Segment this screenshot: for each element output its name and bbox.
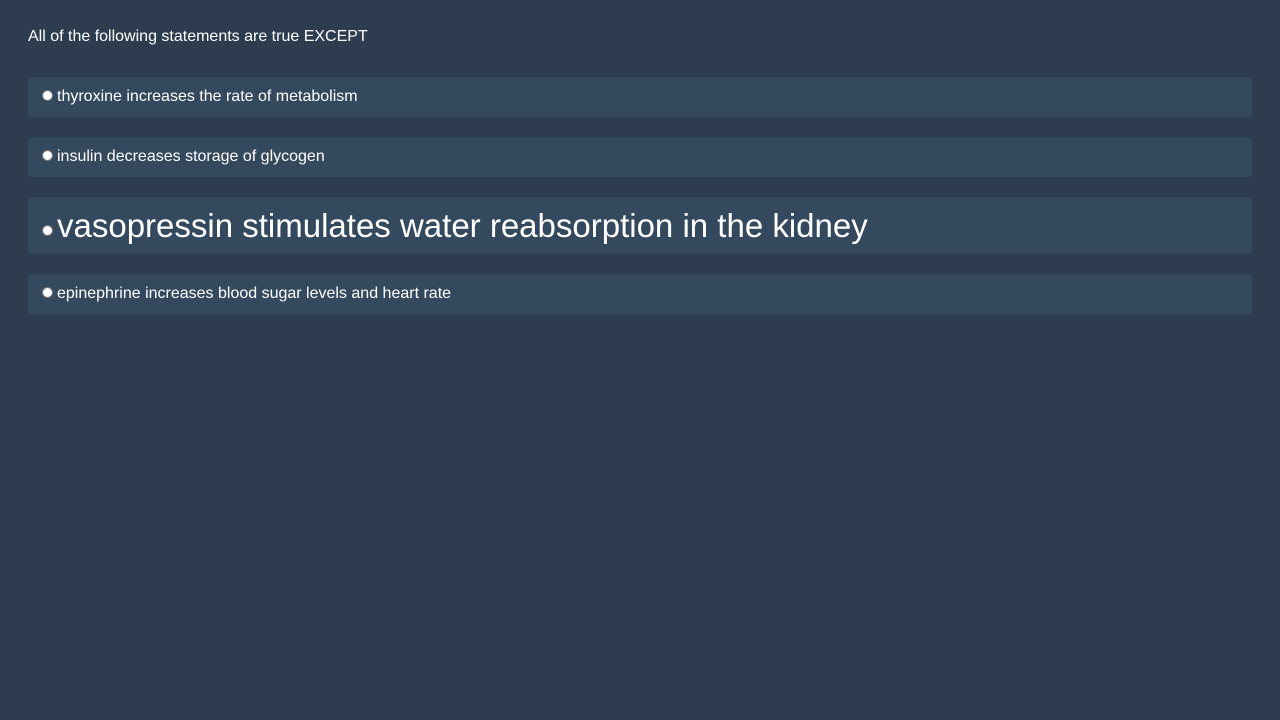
answer-label: epinephrine increases blood sugar levels… [57,285,452,302]
radio-button[interactable] [42,89,53,101]
answer-label: thyroxine increases the rate of metaboli… [57,88,358,105]
radio-button[interactable] [42,225,53,236]
answer-label: insulin decreases storage of glycogen [57,148,325,165]
answer-option-4[interactable]: epinephrine increases blood sugar levels… [28,274,1252,314]
answer-label: vasopressin stimulates water reabsorptio… [57,206,868,244]
radio-button[interactable] [42,149,53,161]
answer-option-2[interactable]: insulin decreases storage of glycogen [28,137,1252,177]
question-text: All of the following statements are true… [28,28,368,45]
radio-button[interactable] [42,286,53,298]
answer-option-1[interactable]: thyroxine increases the rate of metaboli… [28,77,1252,117]
answer-option-3[interactable]: vasopressin stimulates water reabsorptio… [28,197,1252,254]
